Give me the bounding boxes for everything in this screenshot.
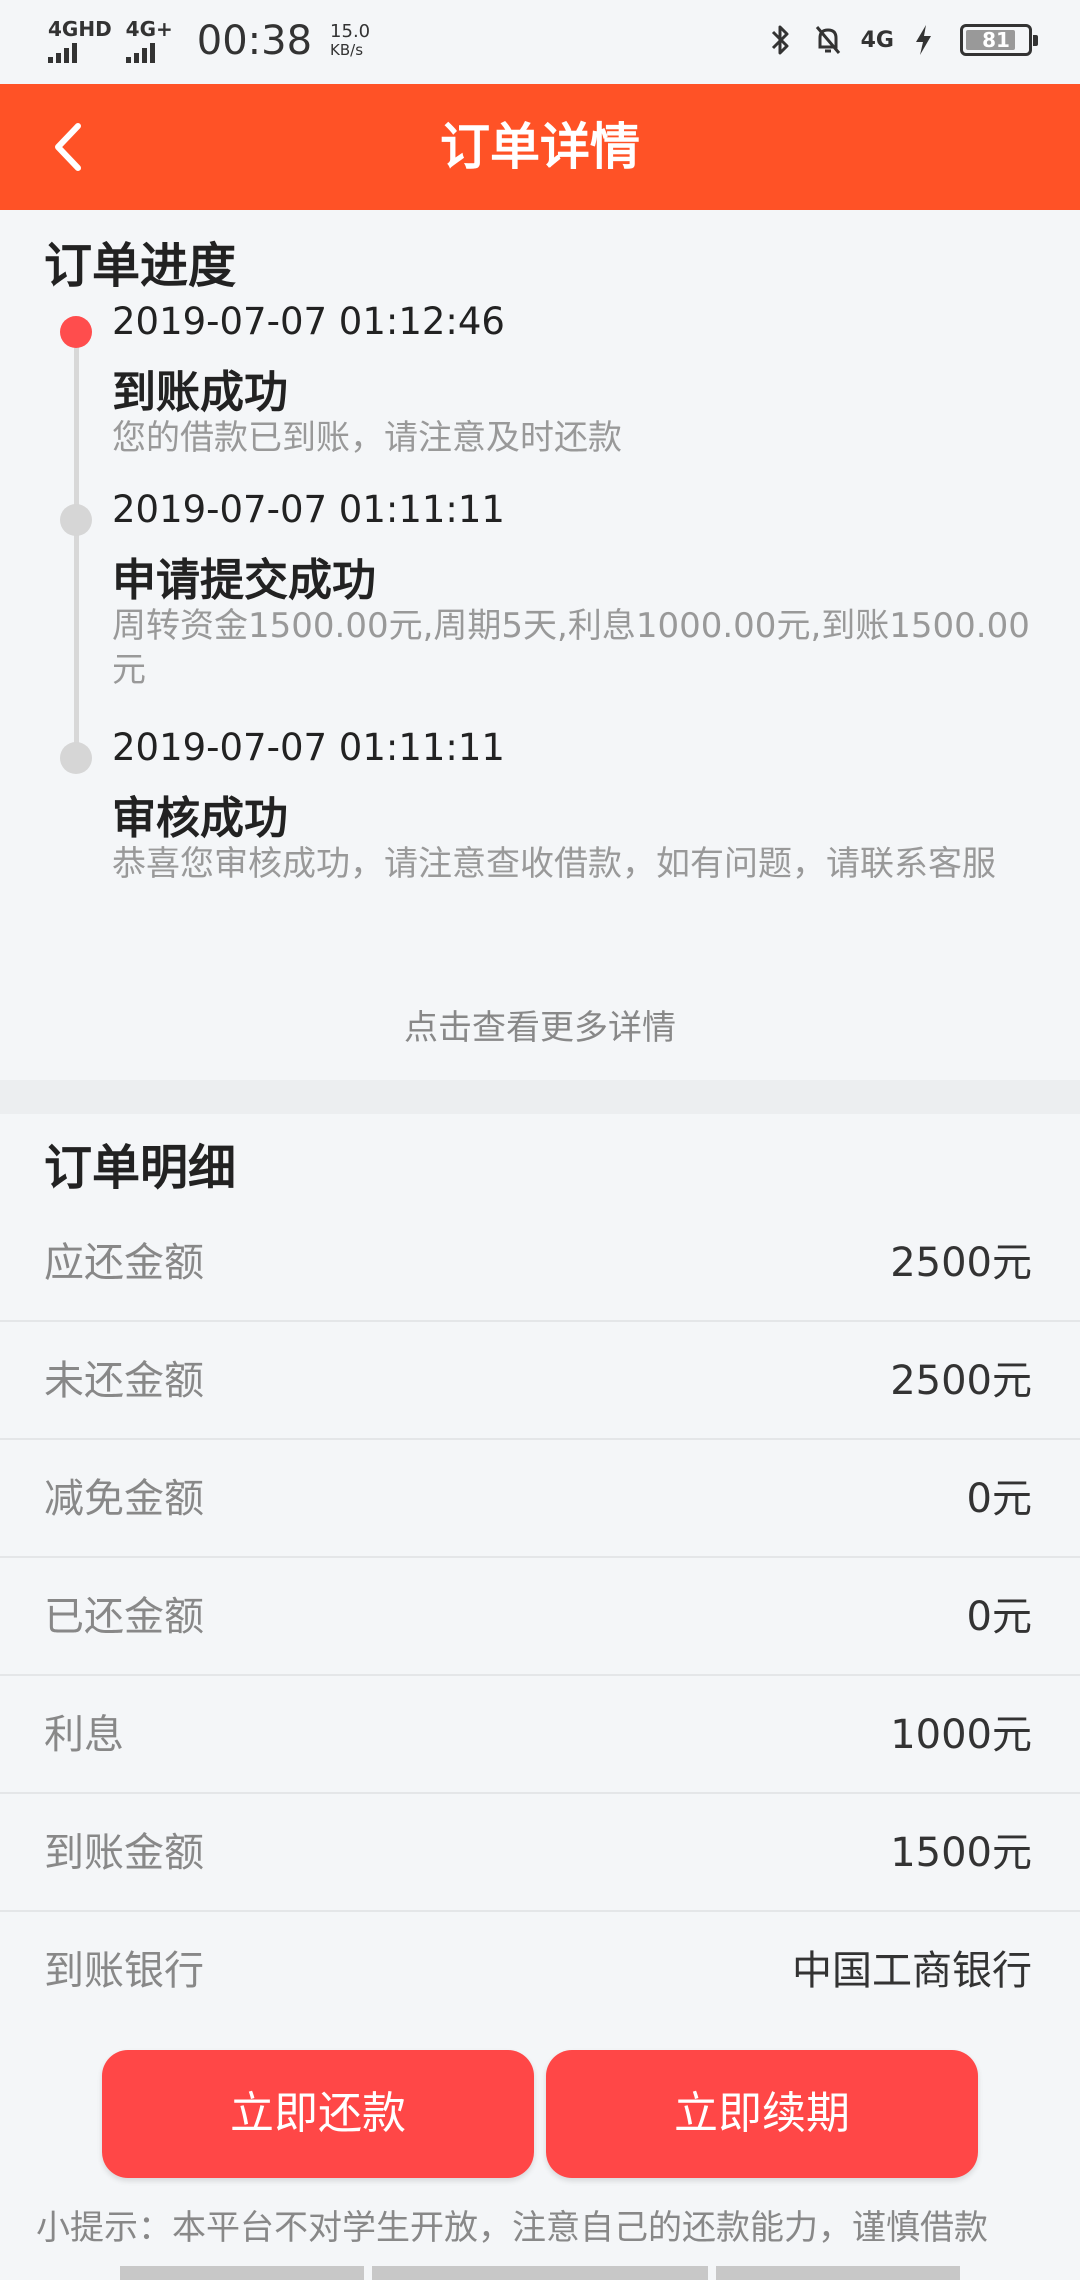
signal-2: 4G+ (125, 17, 173, 63)
charging-icon (912, 22, 942, 58)
signal-bars-icon (48, 41, 77, 63)
bluetooth-icon (765, 22, 795, 58)
detail-row: 到账银行 中国工商银行 (0, 1912, 1080, 2030)
detail-row: 已还金额 0元 (0, 1558, 1080, 1676)
extend-now-button[interactable]: 立即续期 (546, 2050, 978, 2178)
timeline-desc: 周转资金1500.00元,周期5天,利息1000.00元,到账1500.00元 (112, 606, 1030, 690)
timeline-desc: 您的借款已到账，请注意及时还款 (112, 418, 622, 458)
bottom-tab[interactable] (120, 2266, 364, 2280)
detail-label: 利息 (44, 1712, 124, 1758)
detail-value: 2500元 (890, 1358, 1032, 1404)
detail-label: 到账银行 (44, 1948, 204, 1994)
detail-value: 0元 (966, 1476, 1032, 1522)
timeline-dot (60, 742, 92, 774)
detail-value: 1500元 (890, 1830, 1032, 1876)
status-bar: 4GHD 4G+ 00:38 15.0 KB/s 4G 81 (0, 0, 1080, 84)
detail-label: 未还金额 (44, 1358, 204, 1404)
tip-text: 小提示：本平台不对学生开放，注意自己的还款能力，谨慎借款 (36, 2208, 988, 2248)
detail-value: 0元 (966, 1594, 1032, 1640)
status-right: 4G 81 (765, 22, 1038, 58)
detail-row: 应还金额 2500元 (0, 1204, 1080, 1322)
signal-2-label: 4G+ (125, 17, 173, 41)
timeline-dot-active (60, 316, 92, 348)
detail-value: 2500元 (890, 1240, 1032, 1286)
status-left: 4GHD 4G+ 00:38 15.0 KB/s (48, 18, 370, 64)
page-title: 订单详情 (440, 118, 640, 176)
detail-row: 未还金额 2500元 (0, 1322, 1080, 1440)
timeline-time: 2019-07-07 01:11:11 (112, 488, 505, 531)
timeline-title: 申请提交成功 (112, 555, 376, 606)
detail-label: 已还金额 (44, 1594, 204, 1640)
detail-label: 到账金额 (44, 1830, 204, 1876)
detail-row: 到账金额 1500元 (0, 1794, 1080, 1912)
repay-now-button[interactable]: 立即还款 (102, 2050, 534, 2178)
detail-row: 减免金额 0元 (0, 1440, 1080, 1558)
detail-label: 减免金额 (44, 1476, 204, 1522)
section-divider (0, 1080, 1080, 1114)
app-header: 订单详情 (0, 84, 1080, 210)
timeline-title: 审核成功 (112, 793, 288, 844)
timeline-desc: 恭喜您审核成功，请注意查收借款，如有问题，请联系客服 (112, 844, 996, 884)
timeline-dot (60, 504, 92, 536)
signal-bars-icon (125, 41, 155, 63)
timeline-line (74, 330, 79, 750)
timeline-title: 到账成功 (112, 367, 288, 418)
detail-value: 1000元 (890, 1712, 1032, 1758)
detail-value: 中国工商银行 (792, 1948, 1032, 1994)
detail-row: 利息 1000元 (0, 1676, 1080, 1794)
battery-icon: 81 (960, 24, 1038, 56)
signal-1-label: 4GHD (48, 17, 112, 41)
net-speed: 15.0 KB/s (330, 22, 370, 60)
net-speed-value: 15.0 (330, 21, 371, 42)
signal-1: 4GHD (48, 19, 112, 63)
bottom-nav-strip (0, 2266, 1080, 2280)
progress-section-title: 订单进度 (44, 238, 237, 294)
more-details-link[interactable]: 点击查看更多详情 (0, 1000, 1080, 1049)
detail-label: 应还金额 (44, 1240, 204, 1286)
timeline-time: 2019-07-07 01:12:46 (112, 300, 505, 343)
clock: 00:38 (196, 18, 313, 64)
bottom-tab[interactable] (716, 2266, 960, 2280)
battery-level: 81 (982, 28, 1010, 52)
bottom-tab[interactable] (372, 2266, 708, 2280)
network-4g-icon: 4G (860, 27, 894, 53)
net-speed-unit: KB/s (330, 41, 364, 59)
details-section-title: 订单明细 (44, 1140, 237, 1196)
timeline-time: 2019-07-07 01:11:11 (112, 726, 505, 769)
mute-bell-icon (813, 22, 843, 58)
